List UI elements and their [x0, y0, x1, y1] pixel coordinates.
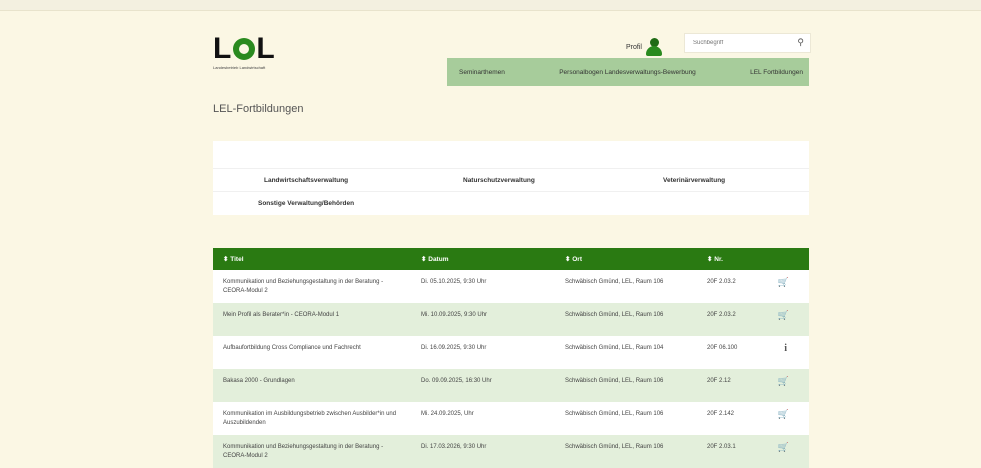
course-place: Schwäbisch Gmünd, LEL, Raum 106 [565, 378, 664, 384]
category-landwirtschaft[interactable]: Landwirtschaftsverwaltung [264, 177, 348, 184]
table-row[interactable]: Kommunikation im Ausbildungsbetrieb zwis… [213, 402, 809, 435]
course-number: 20F 2.142 [707, 411, 735, 417]
lel-logo[interactable]: L L Landesbetrieb Landwirtschaft [213, 32, 283, 71]
logo-subtitle: Landesbetrieb Landwirtschaft [213, 65, 266, 70]
cart-icon[interactable]: 🛒 [778, 310, 789, 321]
course-date: Di. 05.10.2025, 9:30 Uhr [421, 279, 487, 285]
category-row: Landwirtschaftsverwaltung Naturschutzver… [213, 168, 809, 191]
cart-icon[interactable]: 🛒 [778, 376, 789, 387]
logo-circle-icon [233, 38, 256, 60]
cart-icon[interactable]: 🛒 [778, 409, 789, 420]
search-icon[interactable]: ⚲ [797, 37, 804, 48]
course-place: Schwäbisch Gmünd, LEL, Raum 104 [565, 345, 664, 351]
table-row[interactable]: Bakasa 2000 - Grundlagen Do. 09.09.2025, … [213, 369, 809, 402]
course-title: Kommunikation und Beziehungsgestaltung i… [223, 444, 384, 459]
category-row: Sonstige Verwaltung/Behörden [213, 191, 809, 214]
logo-letter-l: L [213, 32, 233, 65]
search-input[interactable] [685, 39, 795, 47]
category-veterinaer[interactable]: Veterinärverwaltung [663, 177, 725, 184]
course-number: 20F 2.12 [707, 378, 731, 384]
courses-table: ⬍ Titel ⬍ Datum ⬍ Ort ⬍ Nr. Kommunikatio… [213, 248, 809, 468]
course-place: Schwäbisch Gmünd, LEL, Raum 106 [565, 444, 664, 450]
nav-item-personalbogen[interactable]: Personalbogen Landesverwaltungs-Bewerbun… [559, 69, 696, 76]
cart-icon[interactable]: 🛒 [778, 277, 789, 288]
cart-icon[interactable]: 🛒 [778, 442, 789, 453]
course-date: Mi. 10.09.2025, 9:30 Uhr [421, 312, 488, 318]
top-navigation: Seminarthemen Personalbogen Landesverwal… [447, 58, 809, 86]
course-date: Di. 17.03.2026, 9:30 Uhr [421, 444, 487, 450]
course-place: Schwäbisch Gmünd, LEL, Raum 106 [565, 279, 664, 285]
column-header-place[interactable]: ⬍ Ort [565, 255, 582, 263]
search-box: ⚲ [684, 33, 811, 53]
course-date: Di. 16.09.2025, 9:30 Uhr [421, 345, 487, 351]
course-title: Aufbaufortbildung Cross Compliance und F… [223, 345, 361, 351]
course-title: Bakasa 2000 - Grundlagen [223, 378, 295, 384]
course-number: 20F 2.03.2 [707, 279, 736, 285]
info-icon[interactable]: i [784, 343, 787, 354]
category-panel: Landwirtschaftsverwaltung Naturschutzver… [213, 141, 809, 215]
nav-item-lel-fortbildungen[interactable]: LEL Fortbildungen [750, 69, 803, 76]
table-row[interactable]: Mein Profil als Berater*in - CEORA-Modul… [213, 303, 809, 336]
course-title: Kommunikation im Ausbildungsbetrieb zwis… [223, 411, 397, 426]
column-header-title[interactable]: ⬍ Titel [223, 255, 244, 263]
course-number: 20F 2.03.2 [707, 312, 736, 318]
profile-icon [645, 38, 662, 56]
column-header-date[interactable]: ⬍ Datum [421, 255, 448, 263]
course-date: Do. 09.09.2025, 16:30 Uhr [421, 378, 492, 384]
course-place: Schwäbisch Gmünd, LEL, Raum 106 [565, 411, 664, 417]
table-row[interactable]: Aufbaufortbildung Cross Compliance und F… [213, 336, 809, 369]
table-header: ⬍ Titel ⬍ Datum ⬍ Ort ⬍ Nr. [213, 248, 809, 270]
page-title: LEL-Fortbildungen [213, 103, 304, 115]
course-title: Mein Profil als Berater*in - CEORA-Modul… [223, 312, 340, 318]
course-place: Schwäbisch Gmünd, LEL, Raum 106 [565, 312, 664, 318]
column-header-nr[interactable]: ⬍ Nr. [707, 255, 723, 263]
category-sonstige[interactable]: Sonstige Verwaltung/Behörden [258, 200, 354, 207]
table-row[interactable]: Kommunikation und Beziehungsgestaltung i… [213, 270, 809, 303]
profile-link[interactable]: Profil [626, 38, 662, 56]
top-strip [0, 0, 981, 11]
course-number: 20F 2.03.1 [707, 444, 736, 450]
course-date: Mi. 24.09.2025, Uhr [421, 411, 474, 417]
profile-label: Profil [626, 43, 642, 51]
category-naturschutz[interactable]: Naturschutzverwaltung [463, 177, 535, 184]
course-number: 20F 06.100 [707, 345, 738, 351]
logo-letter-l2: L [256, 32, 276, 65]
nav-item-seminarthemen[interactable]: Seminarthemen [459, 69, 505, 76]
course-title: Kommunikation und Beziehungsgestaltung i… [223, 279, 384, 294]
table-row[interactable]: Kommunikation und Beziehungsgestaltung i… [213, 435, 809, 468]
